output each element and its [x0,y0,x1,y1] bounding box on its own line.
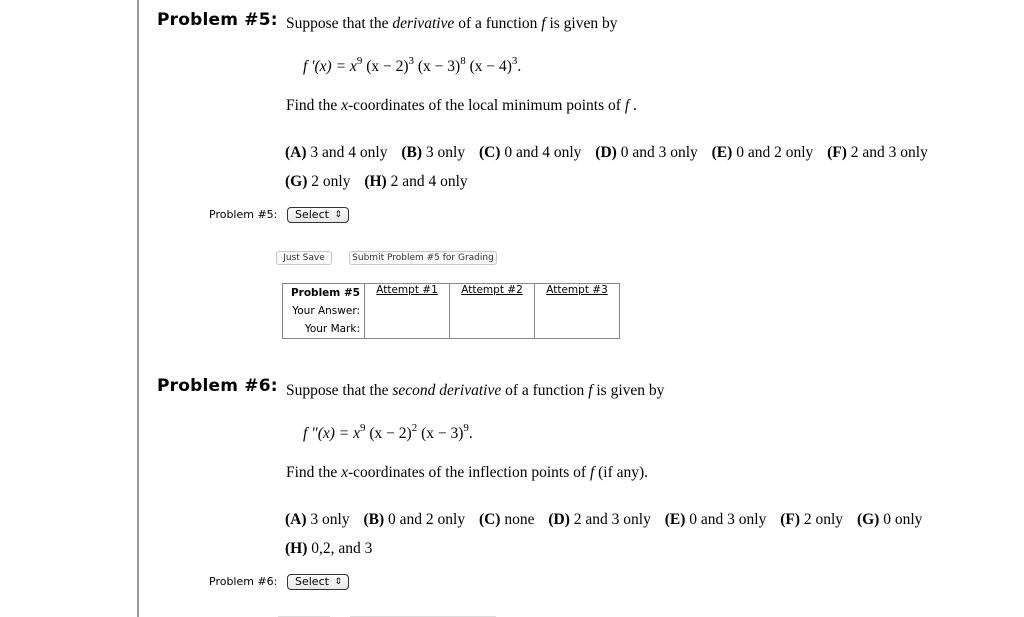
just-save-button[interactable]: Just Save [276,251,332,265]
problem-5-select-label: Problem #5: [209,208,278,221]
page-left-border [137,0,139,617]
formula-term: (x − 2)2 [365,422,418,443]
choice-c: (C) none [478,511,535,528]
choice-e: (E) 0 and 3 only [664,511,767,528]
formula-term: x9 [353,422,366,443]
formula-term: (x − 4)3 [465,55,518,76]
problem-6-intro: Suppose that the second derivative of a … [286,382,665,399]
problem-6-formula: f "(x) = x9 (x − 2)2 (x − 3)9. [303,422,473,443]
choice-c: (C) 0 and 4 only [478,144,582,161]
attempt-1-cell: Attempt #1 [364,283,450,339]
problem-5-formula: f '(x) = x9 (x − 2)3 (x − 3)8 (x − 4)3. [303,55,522,76]
submit-problem-button[interactable]: Submit Problem #5 for Grading [349,251,497,265]
table-header-problem: Problem #5 [282,283,365,302]
your-mark-label: Your Mark: [282,320,365,339]
formula-term: (x − 3)9 [417,422,469,443]
problem-5-title: Problem #5: [157,10,278,30]
choice-a: (A) 3 only [285,511,350,528]
intro-text: Suppose that the [286,15,393,32]
formula-term: (x − 3)8 [414,55,466,76]
attempt-3-cell: Attempt #3 [534,283,620,339]
choice-h: (H) 0,2, and 3 [285,540,373,557]
table-row: Problem #5 Attempt #1 Attempt #2 Attempt… [282,283,620,339]
choice-b: (B) 3 only [401,144,466,161]
intro-text: of a function [454,15,542,32]
problem-6-choices-line-1: (A) 3 only (B) 0 and 2 only (C) none (D)… [285,511,932,529]
formula-lhs: f '(x) = [303,58,350,75]
choice-a: (A) 3 and 4 only [285,144,388,161]
attempt-3-link[interactable]: Attempt #3 [546,284,608,296]
problem-6-question: Find the x-coordinates of the inflection… [286,464,649,481]
problem-5-intro: Suppose that the derivative of a functio… [286,15,618,33]
problem-6-answer-select[interactable]: Select ⇕ [287,574,349,590]
choice-g: (G) 2 only [285,173,351,190]
choice-f: (F) 2 only [780,511,844,528]
select-value: Select [295,575,329,588]
problem-5-answer-select[interactable]: Select ⇕ [287,207,349,223]
formula-term: x9 [349,55,363,76]
choice-d: (D) 0 and 3 only [595,144,698,161]
intro-text: is given by [545,15,618,32]
intro-emphasis: derivative [392,15,455,32]
formula-lhs: f "(x) = [303,425,354,442]
choice-d: (D) 2 and 3 only [548,511,651,528]
problem-5-choices-line-2: (G) 2 only (H) 2 and 4 only [285,173,478,191]
your-answer-label: Your Answer: [282,302,365,320]
formula-term: (x − 2)3 [362,55,415,76]
problem-5-question: Find the x-coordinates of the local mini… [286,97,637,114]
problem-5-choices-line-1: (A) 3 and 4 only (B) 3 only (C) 0 and 4 … [285,144,938,162]
problem-6-choices-line-2: (H) 0,2, and 3 [285,540,382,558]
choice-e: (E) 0 and 2 only [711,144,814,161]
attempt-2-cell: Attempt #2 [449,283,535,339]
attempt-1-link[interactable]: Attempt #1 [376,284,438,296]
select-arrows-icon: ⇕ [334,577,342,587]
attempt-2-link[interactable]: Attempt #2 [461,284,523,296]
problem-6-select-label: Problem #6: [209,575,278,588]
problem-6-title: Problem #6: [157,376,278,396]
choice-b: (B) 0 and 2 only [363,511,466,528]
attempts-table: Problem #5 Attempt #1 Attempt #2 Attempt… [282,283,620,339]
choice-f: (F) 2 and 3 only [827,144,928,161]
select-value: Select [295,208,329,221]
choice-h: (H) 2 and 4 only [364,173,468,190]
choice-g: (G) 0 only [856,511,923,528]
select-arrows-icon: ⇕ [334,210,342,220]
